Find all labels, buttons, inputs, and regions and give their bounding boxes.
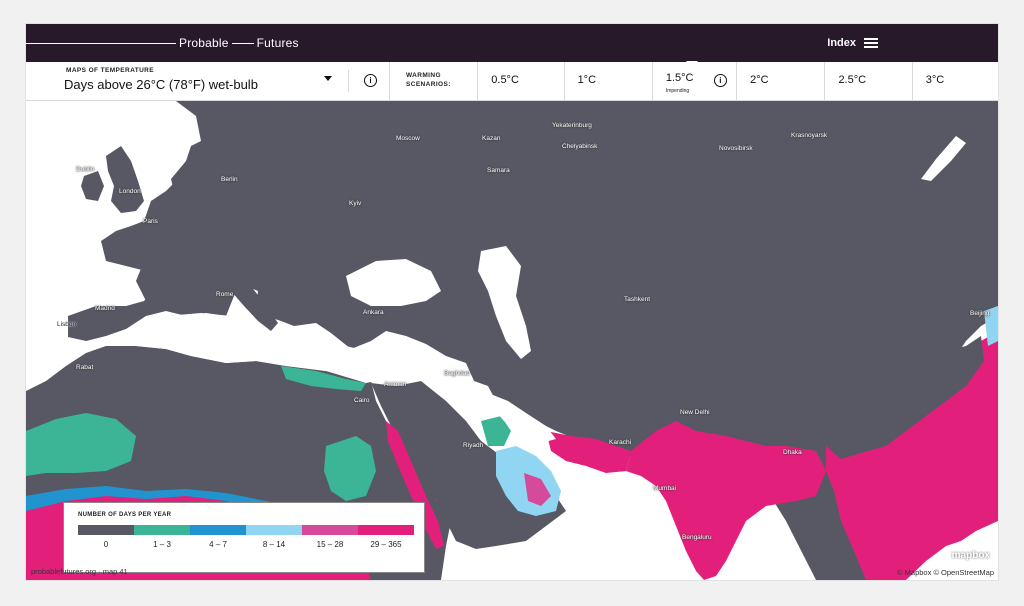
logo-text-futures: Futures <box>256 36 299 50</box>
legend-swatch-0 <box>78 525 134 535</box>
legend-label: 29 – 365 <box>370 540 402 549</box>
legend-swatch-1-3 <box>134 525 190 535</box>
scenario-label: 3°C <box>925 74 945 86</box>
mapbox-logo-text: mapbox <box>951 550 990 561</box>
city-label: Baghdad <box>444 370 471 377</box>
scenario-0-5c[interactable]: 0.5°C <box>478 62 565 100</box>
top-bar: Probable Futures Index <box>26 24 998 62</box>
scenario-label: 0.5°C <box>491 74 519 86</box>
legend-label: 8 – 14 <box>262 540 286 549</box>
city-label: Novosibirsk <box>719 145 753 152</box>
city-label: Kyiv <box>349 200 362 207</box>
selected-scenario-pointer <box>686 61 698 67</box>
chevron-down-icon[interactable] <box>324 76 332 81</box>
mapbox-logo[interactable]: mapbox <box>940 550 990 561</box>
scenario-label: 1°C <box>577 74 597 86</box>
map-type-value: Days above 26°C (78°F) wet-bulb <box>64 77 258 92</box>
city-label: Rome <box>216 291 234 298</box>
scenario-label: 1.5°C <box>665 72 694 84</box>
info-icon[interactable]: i <box>713 74 727 87</box>
city-label: Beijing <box>970 310 990 317</box>
scenario-sub-label: Impending <box>665 88 690 94</box>
scenario-3c[interactable]: 3°C <box>913 62 998 100</box>
city-label: Kazan <box>482 135 501 142</box>
control-bar: MAPS OF TEMPERATURE Days above 26°C (78°… <box>26 62 998 101</box>
index-menu-button[interactable]: Index <box>827 24 878 62</box>
city-label: Ankara <box>363 309 384 316</box>
city-label: Samara <box>487 167 510 174</box>
map-type-selector[interactable]: MAPS OF TEMPERATURE Days above 26°C (78°… <box>26 62 390 100</box>
city-label: Moscow <box>396 135 420 142</box>
city-label: Amman <box>384 381 407 388</box>
logo-line-middle <box>231 42 254 44</box>
mapbox-icon <box>940 551 950 560</box>
city-label: Berlin <box>221 176 238 183</box>
city-label: Bengaluru <box>682 534 712 541</box>
map-attribution[interactable]: © Mapbox © OpenStreetMap <box>897 568 994 577</box>
scenario-2-5c[interactable]: 2.5°C <box>825 62 913 100</box>
warming-scenarios-label: WARMING SCENARIOS: <box>390 62 479 100</box>
legend-label: 4 – 7 <box>209 540 227 549</box>
source-footer: probablefutures.org · map 41 <box>31 567 128 576</box>
city-label: Riyadh <box>463 442 484 449</box>
divider <box>348 70 349 92</box>
city-label: Mumbai <box>653 485 677 492</box>
logo[interactable]: Probable Futures <box>26 24 299 62</box>
menu-icon <box>864 38 878 48</box>
city-label: Tashkent <box>624 296 651 303</box>
warming-label-line1: WARMING <box>405 72 441 79</box>
scenario-1c[interactable]: 1°C <box>565 62 653 100</box>
legend-swatch-4-7 <box>190 525 246 535</box>
index-label: Index <box>827 37 856 49</box>
info-icon[interactable]: i <box>364 74 377 87</box>
legend-swatch-8-14 <box>246 525 302 535</box>
city-label: Cairo <box>354 397 370 404</box>
city-label: Karachi <box>609 439 632 446</box>
city-label: Rabat <box>76 364 94 371</box>
city-label: Madrid <box>95 305 115 312</box>
scenario-2c[interactable]: 2°C <box>737 62 826 100</box>
logo-line-left <box>26 42 176 44</box>
legend-label: 1 – 3 <box>153 540 171 549</box>
city-label: New Delhi <box>680 409 710 416</box>
city-label: London <box>119 188 141 195</box>
warming-label-line2: SCENARIOS: <box>405 81 451 88</box>
city-label: Yekaterinburg <box>552 122 592 129</box>
legend-swatch-15-28 <box>302 525 358 535</box>
logo-text-probable: Probable <box>179 36 229 50</box>
city-label: Krasnoyarsk <box>791 132 828 139</box>
scenario-label: 2°C <box>750 74 769 86</box>
app-frame: Probable Futures Index MAPS OF TEMPERATU… <box>26 24 998 580</box>
legend-title: NUMBER OF DAYS PER YEAR <box>78 512 172 518</box>
legend-label: 15 – 28 <box>316 540 344 549</box>
legend-label: 0 <box>103 540 109 549</box>
city-label: Lisbon <box>57 321 77 328</box>
scenario-1-5c-selected[interactable]: 1.5°C Impending i <box>653 62 738 100</box>
city-label: Paris <box>143 218 158 225</box>
scenario-label: 2.5°C <box>838 74 867 86</box>
city-label: Chelyabinsk <box>562 143 598 150</box>
city-label: Dhaka <box>783 449 802 456</box>
legend: NUMBER OF DAYS PER YEAR 0 1 – 3 4 – 7 8 … <box>63 502 425 573</box>
legend-swatch-29-365 <box>358 525 414 535</box>
map-type-label: MAPS OF TEMPERATURE <box>66 67 155 74</box>
city-label: Dublin <box>76 166 95 173</box>
